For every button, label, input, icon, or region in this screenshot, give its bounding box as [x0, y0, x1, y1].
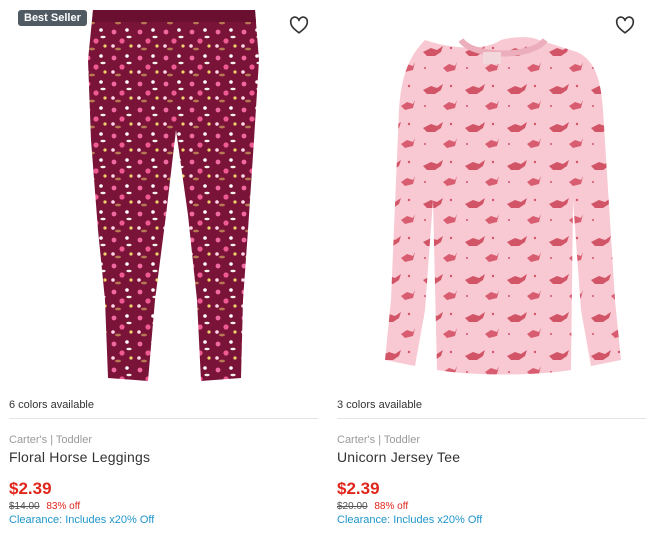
clearance-link[interactable]: Clearance: Includes x20% Off: [9, 514, 154, 526]
product-title[interactable]: Unicorn Jersey Tee: [337, 449, 460, 465]
best-seller-badge: Best Seller: [18, 10, 87, 26]
price-details: $20.00 88% off: [337, 501, 408, 512]
product-title[interactable]: Floral Horse Leggings: [9, 449, 150, 465]
divider: [337, 418, 646, 419]
discount-percent: 88% off: [374, 501, 409, 512]
product-image-unicorn-tee[interactable]: [333, 0, 647, 392]
sale-price: $2.39: [337, 479, 380, 498]
colors-available[interactable]: 6 colors available: [9, 399, 94, 411]
original-price: $20.00: [337, 501, 368, 512]
heart-icon[interactable]: [288, 14, 310, 36]
product-brand: Carter's | Toddler: [337, 434, 421, 446]
heart-icon[interactable]: [614, 14, 636, 36]
original-price: $14.00: [9, 501, 40, 512]
product-brand: Carter's | Toddler: [9, 434, 93, 446]
divider: [9, 418, 318, 419]
sale-price: $2.39: [9, 479, 52, 498]
colors-available[interactable]: 3 colors available: [337, 399, 422, 411]
product-card-floral-leggings[interactable]: Best Seller 6 colors available Carter's …: [5, 0, 319, 538]
product-image-floral-leggings[interactable]: Best Seller: [5, 0, 319, 392]
product-card-unicorn-tee[interactable]: 3 colors available Carter's | Toddler Un…: [333, 0, 647, 538]
clearance-link[interactable]: Clearance: Includes x20% Off: [337, 514, 482, 526]
price-details: $14.00 83% off: [9, 501, 80, 512]
discount-percent: 83% off: [46, 501, 81, 512]
